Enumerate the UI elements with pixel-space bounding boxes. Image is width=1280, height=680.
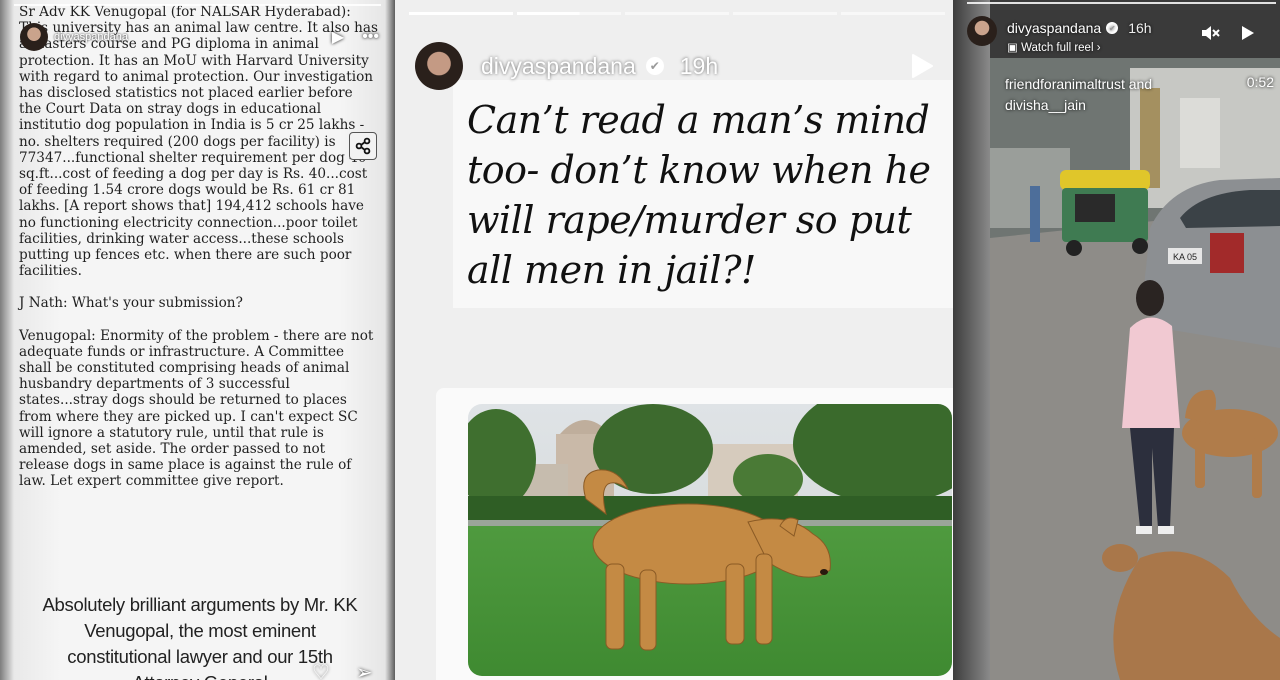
dog-on-lawn-image — [468, 404, 952, 676]
article-paragraph: J Nath: What's your submission? — [19, 295, 243, 312]
article-paragraph: Venugopal: Enormity of the problem - the… — [19, 327, 374, 490]
reel-video[interactable]: KA 05 — [990, 58, 1280, 680]
story-timestamp: 16h — [1128, 20, 1152, 36]
mute-icon[interactable] — [1200, 24, 1220, 42]
play-icon[interactable] — [1240, 24, 1256, 42]
play-icon[interactable] — [909, 52, 935, 80]
reel-collab-line-1: friendforanimaltrust and — [1005, 76, 1153, 92]
reel-collaborators[interactable]: friendforanimaltrust and divisha__jain — [1005, 74, 1152, 116]
story-header: divyaspandana ✔ 19h — [415, 38, 935, 94]
progress-segment — [409, 12, 513, 15]
story-current[interactable]: Can’t read a man’s mind too- don’t know … — [395, 0, 953, 680]
verified-icon: ✔ — [1106, 22, 1119, 34]
watch-full-reel-link[interactable]: ▣ Watch full reel › — [1007, 40, 1101, 54]
progress-segment — [625, 12, 729, 15]
video-duration: 0:52 — [1246, 74, 1274, 90]
license-plate-text: KA 05 — [1173, 252, 1197, 262]
reel-icon: ▣ — [1007, 42, 1022, 54]
story-previous[interactable]: Sr Adv KK Venugopal (for NALSAR Hyderaba… — [0, 0, 395, 680]
avatar[interactable] — [967, 16, 997, 46]
progress-segment — [841, 12, 945, 15]
play-icon[interactable]: ▶ — [332, 27, 344, 47]
username[interactable]: divyaspandana — [54, 31, 128, 43]
avatar[interactable] — [415, 42, 463, 90]
share-button[interactable] — [349, 132, 377, 160]
story-header: divyaspandana ▶ ••• — [20, 19, 379, 55]
story-timestamp: 19h — [679, 52, 719, 79]
story-next[interactable]: KA 05 friendforanimaltrust and divisha__… — [953, 0, 1280, 680]
article-screenshot: Sr Adv KK Venugopal (for NALSAR Hyderaba… — [19, 4, 379, 506]
avatar[interactable] — [20, 23, 48, 51]
story-progress-bars — [409, 12, 945, 15]
heart-icon[interactable]: ♡ — [312, 660, 330, 680]
story-header: divyaspandana ✔ 16h ▣ Watch full reel › — [967, 14, 1270, 58]
send-icon[interactable]: ➢ — [356, 660, 373, 680]
story-progress-bar — [14, 4, 381, 6]
verified-icon: ✔ — [645, 57, 664, 75]
instagram-stories-viewer: Sr Adv KK Venugopal (for NALSAR Hyderaba… — [0, 0, 1280, 680]
username[interactable]: divyaspandana — [481, 53, 636, 80]
progress-segment — [733, 12, 837, 15]
stray-dog-photo — [468, 404, 952, 676]
story-quote: Can’t read a man’s mind too- don’t know … — [467, 98, 931, 292]
share-icon — [355, 137, 371, 155]
street-dogs-video-frame: KA 05 — [990, 58, 1280, 680]
story-progress-bar — [967, 2, 1276, 4]
reel-collab-line-2: divisha__jain — [1005, 97, 1086, 113]
story-edge-shadow — [953, 0, 990, 680]
progress-segment — [517, 12, 621, 15]
more-icon[interactable]: ••• — [362, 28, 379, 46]
watch-full-reel-label: Watch full reel › — [1021, 42, 1101, 54]
username[interactable]: divyaspandana — [1007, 20, 1101, 36]
